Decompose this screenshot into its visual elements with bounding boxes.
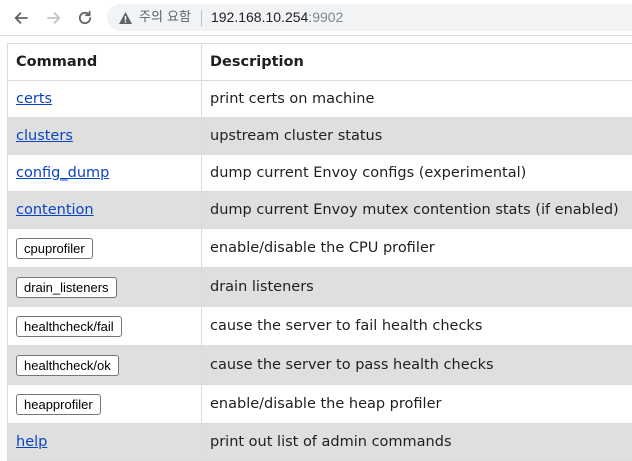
warning-icon[interactable] (117, 10, 133, 26)
address-divider (201, 10, 202, 26)
description-cell: print out list of admin commands (202, 424, 632, 461)
clusters-link[interactable]: clusters (16, 128, 73, 144)
description-cell: enable/disable the CPU profiler (202, 229, 632, 268)
command-header: Command (8, 44, 202, 81)
command-cell: config_dump (8, 155, 202, 192)
help-link[interactable]: help (16, 434, 47, 450)
certs-link[interactable]: certs (16, 91, 52, 107)
heapprofiler-button[interactable]: heapprofiler (16, 394, 101, 415)
healthcheck-ok-button[interactable]: healthcheck/ok (16, 355, 119, 376)
description-cell: upstream cluster status (202, 118, 632, 155)
description-cell: dump current Envoy configs (experimental… (202, 155, 632, 192)
table-row: config_dump dump current Envoy configs (… (8, 155, 632, 192)
description-header: Description (202, 44, 632, 81)
table-row: clusters upstream cluster status (8, 118, 632, 155)
contention-link[interactable]: contention (16, 202, 94, 218)
description-cell: print certs on machine (202, 81, 632, 118)
description-cell: dump current Envoy mutex contention stat… (202, 192, 632, 229)
command-cell: clusters (8, 118, 202, 155)
command-cell: healthcheck/fail (8, 307, 202, 346)
url-host[interactable]: 192.168.10.254 (211, 4, 308, 31)
command-cell: contention (8, 192, 202, 229)
cpuprofiler-button[interactable]: cpuprofiler (16, 238, 93, 259)
admin-commands-table: Command Description certs print certs on… (7, 43, 632, 461)
command-cell: certs (8, 81, 202, 118)
address-bar[interactable]: 주의 요함 192.168.10.254 :9902 (107, 4, 632, 31)
command-cell: heapprofiler (8, 385, 202, 424)
description-cell: cause the server to fail health checks (202, 307, 632, 346)
table-header-row: Command Description (8, 44, 632, 81)
command-cell: healthcheck/ok (8, 346, 202, 385)
table-row: healthcheck/ok cause the server to pass … (8, 346, 632, 385)
back-arrow-icon[interactable] (10, 7, 32, 29)
description-cell: cause the server to pass health checks (202, 346, 632, 385)
table-row: help print out list of admin commands (8, 424, 632, 461)
description-cell: enable/disable the heap profiler (202, 385, 632, 424)
command-cell: help (8, 424, 202, 461)
forward-arrow-icon[interactable] (43, 7, 65, 29)
table-row: contention dump current Envoy mutex cont… (8, 192, 632, 229)
reload-icon[interactable] (74, 7, 96, 29)
config-dump-link[interactable]: config_dump (16, 165, 109, 181)
table-row: drain_listeners drain listeners (8, 268, 632, 307)
description-cell: drain listeners (202, 268, 632, 307)
table-row: cpuprofiler enable/disable the CPU profi… (8, 229, 632, 268)
drain-listeners-button[interactable]: drain_listeners (16, 277, 117, 298)
healthcheck-fail-button[interactable]: healthcheck/fail (16, 316, 122, 337)
table-row: heapprofiler enable/disable the heap pro… (8, 385, 632, 424)
table-row: healthcheck/fail cause the server to fai… (8, 307, 632, 346)
browser-toolbar: 주의 요함 192.168.10.254 :9902 (0, 0, 632, 36)
command-cell: cpuprofiler (8, 229, 202, 268)
command-cell: drain_listeners (8, 268, 202, 307)
table-row: certs print certs on machine (8, 81, 632, 118)
security-label[interactable]: 주의 요함 (139, 4, 191, 31)
url-port[interactable]: :9902 (308, 4, 343, 31)
